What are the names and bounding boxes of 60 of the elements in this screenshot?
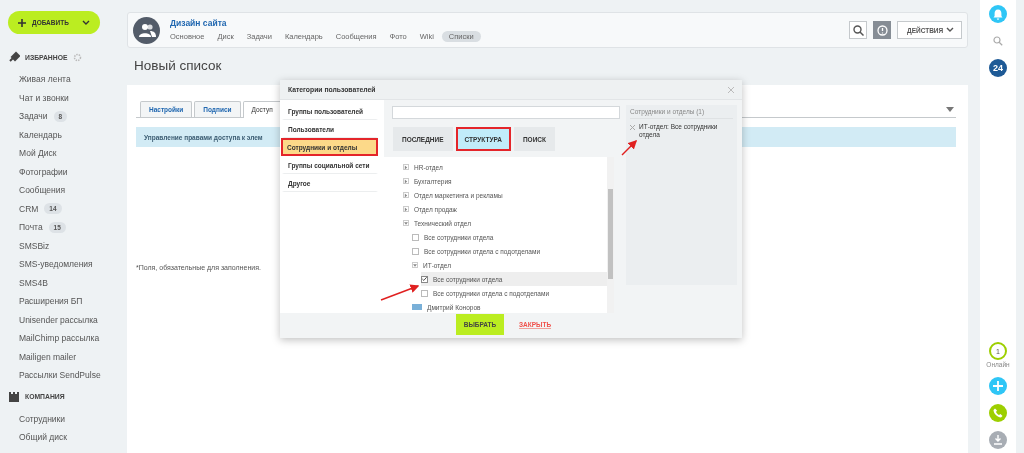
- expander-icon[interactable]: [403, 178, 409, 184]
- annotation-arrow: [621, 139, 638, 156]
- add-button[interactable]: [989, 377, 1007, 395]
- expander-icon[interactable]: [403, 192, 409, 198]
- sidebar-item[interactable]: SMS-уведомления: [19, 259, 93, 270]
- expander-icon[interactable]: [403, 206, 409, 212]
- sidebar-item[interactable]: CRM: [19, 203, 39, 214]
- search-icon: [852, 24, 864, 36]
- sidebar-item[interactable]: Mailigen mailer: [19, 351, 77, 362]
- annotation-arrow: [380, 284, 420, 301]
- sidebar-item[interactable]: SMS4B: [19, 277, 48, 288]
- phone-icon: [993, 408, 1003, 418]
- sidebar-item[interactable]: Живая лента: [19, 74, 71, 85]
- group-avatar-icon: [133, 16, 160, 44]
- info-icon: [876, 24, 888, 36]
- expander-icon[interactable]: [403, 220, 409, 226]
- chevron-down-icon: [82, 19, 90, 26]
- page-title: Новый список: [133, 57, 223, 75]
- sidebar-item[interactable]: Чат и звонки: [19, 92, 69, 103]
- checkbox[interactable]: [412, 247, 419, 255]
- download-button[interactable]: [989, 431, 1007, 449]
- expander-icon[interactable]: [403, 164, 409, 170]
- expander-icon[interactable]: [412, 262, 418, 268]
- download-icon: [993, 435, 1003, 445]
- pin-icon: [8, 51, 20, 63]
- sidebar-item[interactable]: Расширения БП: [19, 296, 83, 307]
- checkbox[interactable]: [421, 289, 428, 297]
- sidebar-item[interactable]: Сообщения: [19, 185, 66, 196]
- sidebar-item[interactable]: Рассылки SendPulse: [19, 370, 101, 381]
- sidebar-item[interactable]: Общий диск: [19, 432, 67, 443]
- checkbox[interactable]: [412, 233, 419, 241]
- sidebar-item[interactable]: Задачи: [19, 111, 48, 122]
- search-icon: [993, 36, 1003, 46]
- sidebar-item[interactable]: Сотрудники: [19, 413, 66, 424]
- remove-icon: [630, 125, 635, 130]
- sidebar-item[interactable]: Календарь: [19, 129, 62, 140]
- checkbox[interactable]: [421, 275, 428, 283]
- tower-icon: [8, 390, 20, 403]
- sidebar-item[interactable]: Фотографии: [19, 166, 68, 177]
- close-icon: [728, 86, 734, 93]
- search-field[interactable]: [392, 106, 620, 119]
- bell-icon: [993, 8, 1003, 20]
- sidebar-item[interactable]: MailChimp рассылка: [19, 333, 100, 344]
- dropdown-arrow-icon: [946, 107, 954, 112]
- info-button[interactable]: [873, 21, 891, 39]
- chevron-down-icon: [946, 27, 954, 33]
- sidebar-item[interactable]: Почта: [19, 222, 43, 233]
- logo-badge[interactable]: 24: [989, 59, 1007, 77]
- plus-icon: [18, 18, 26, 27]
- group-title[interactable]: Дизайн сайта: [170, 18, 849, 28]
- sidebar-item[interactable]: Unisender рассылка: [19, 314, 98, 325]
- sidebar-item[interactable]: SMSBiz: [19, 240, 50, 251]
- call-button[interactable]: [989, 404, 1007, 422]
- scrollbar[interactable]: [607, 157, 614, 313]
- search-button[interactable]: [849, 21, 867, 39]
- user-avatar-icon: [412, 304, 422, 310]
- notifications-button[interactable]: [989, 5, 1007, 23]
- plus-icon: [993, 381, 1003, 391]
- settings-icon: [72, 52, 82, 62]
- sidebar-item[interactable]: Мой Диск: [19, 148, 57, 159]
